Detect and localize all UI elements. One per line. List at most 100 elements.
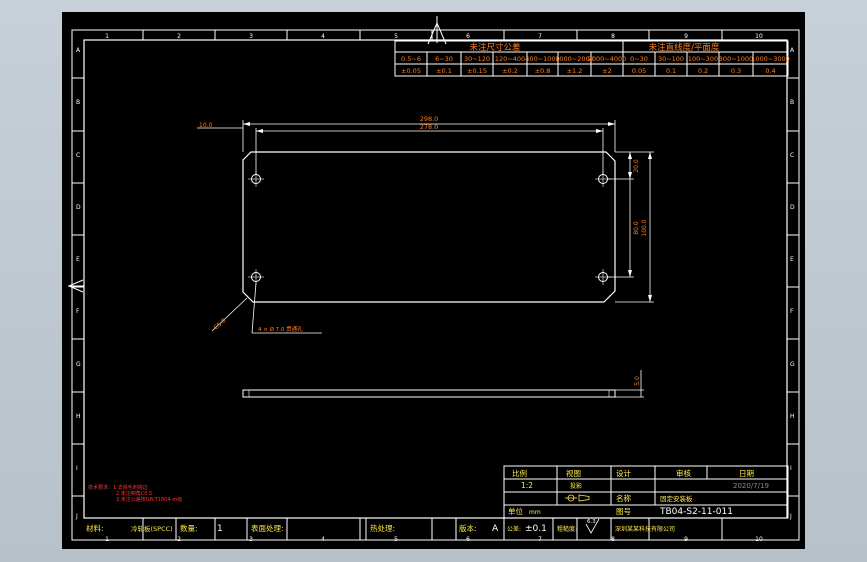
date-value: 2020/7/19 (733, 482, 769, 490)
name-value: 固定安装板 (660, 494, 693, 503)
zone-row-right-D: D (790, 204, 795, 211)
tolerance-cell: 0.2 (698, 67, 708, 75)
tolerance-cell: 0~30 (630, 55, 648, 63)
drawing-viewport (62, 12, 805, 549)
zone-col-bottom-3: 3 (249, 536, 253, 543)
dim-right-small: 20.0 (633, 159, 640, 173)
scale-label: 比例 (512, 468, 527, 478)
zone-col-bottom-4: 4 (321, 536, 325, 543)
design-label: 设计 (616, 468, 631, 478)
zone-col-bottom-5: 5 (394, 536, 398, 543)
tolerance-cell: ±0.1 (436, 67, 452, 75)
drawing-no-label: 图号 (616, 507, 631, 516)
zone-row-right-I: I (790, 465, 792, 472)
tolerance-cell: 6~30 (435, 55, 453, 63)
zone-col-top-10: 10 (755, 33, 763, 40)
tolerance-cell: 0.1 (666, 67, 676, 75)
zone-col-top-7: 7 (538, 33, 542, 40)
tolerance-cell: 0.5~6 (401, 55, 421, 63)
tolerance-value: ±0.1 (525, 524, 547, 534)
tolerance-cell: 30~120 (464, 55, 490, 63)
zone-row-left-I: I (76, 465, 78, 472)
zone-row-left-H: H (76, 413, 81, 420)
zone-col-top-5: 5 (394, 33, 398, 40)
zone-row-right-J: J (789, 513, 792, 520)
zone-col-bottom-1: 1 (105, 536, 109, 543)
dim-thickness: 5.0 (634, 376, 641, 386)
tolerance-cell: 1000~3000 (751, 55, 790, 63)
zone-row-left-J: J (75, 513, 78, 520)
unit-label: 单位 (508, 506, 523, 516)
zone-row-right-F: F (790, 308, 794, 315)
tolerance-cell: ±0.05 (401, 67, 421, 75)
tolerance-cell: 30~100 (658, 55, 684, 63)
material-label: 材料: (86, 523, 104, 533)
zone-row-left-F: F (76, 308, 80, 315)
dim-right-big: 80.0 (633, 221, 640, 235)
tolerance-cell: 100~300 (688, 55, 718, 63)
zone-row-right-H: H (790, 413, 795, 420)
zone-col-top-3: 3 (249, 33, 253, 40)
scale-value: 1:2 (521, 481, 533, 490)
zone-row-right-B: B (790, 99, 794, 106)
tolerance-cell: ±0.8 (535, 67, 551, 75)
zone-col-top-6: 6 (466, 33, 470, 40)
heat-label: 热处理: (370, 523, 395, 533)
review-label: 审核 (676, 468, 691, 478)
zone-row-left-B: B (76, 99, 80, 106)
zone-col-bottom-7: 7 (538, 536, 542, 543)
zone-col-top-1: 1 (105, 33, 109, 40)
angular-tolerance-title: 未注直线度/平面度 (649, 42, 720, 53)
note-line-2: 2.未注倒角C0.5 (116, 490, 152, 497)
view-value: 投影 (570, 482, 582, 490)
zone-col-bottom-6: 6 (466, 536, 470, 543)
tolerance-cell: ±2 (602, 67, 612, 75)
zone-col-top-8: 8 (611, 33, 615, 40)
zone-col-top-9: 9 (684, 33, 688, 40)
zone-row-right-C: C (790, 152, 794, 159)
tolerance-label: 公差: (507, 525, 521, 533)
qty-value: 1 (217, 524, 223, 534)
tolerance-cell: 0.3 (731, 67, 741, 75)
version-label: 版本: (459, 523, 477, 533)
zone-row-left-G: G (76, 361, 81, 368)
name-label: 名称 (616, 493, 631, 503)
linear-tolerance-title: 未注尺寸公差 (469, 42, 520, 53)
dim-holes-note: 4 × Ø 7.0 贯通孔 (258, 325, 303, 333)
zone-col-top-4: 4 (321, 33, 325, 40)
dim-right-total: 100.0 (641, 219, 648, 236)
date-label: 日期 (739, 469, 754, 478)
zone-col-top-2: 2 (177, 33, 181, 40)
zone-row-left-C: C (76, 152, 80, 159)
tolerance-cell: ±1.2 (567, 67, 583, 75)
zone-row-left-D: D (76, 204, 81, 211)
version-value: A (492, 524, 499, 534)
dim-left-offset: 10.0 (199, 122, 213, 129)
tolerance-cell: 0.05 (632, 67, 646, 75)
zone-row-right-E: E (790, 256, 794, 263)
roughness-label: 粗糙度: (557, 525, 577, 533)
zone-col-bottom-8: 8 (611, 536, 615, 543)
cad-drawing-canvas: 1122334455667788991010A AB BC CD DE EF FG GH HI I… (62, 12, 805, 549)
note-line-3: 3.未注公差按GB/T1804-m级 (116, 496, 182, 503)
qty-label: 数量: (180, 523, 198, 533)
drawing-no-value: TB04-S2-11-011 (659, 507, 733, 517)
dim-hole-spacing: 278.0 (420, 123, 439, 131)
company-name: 深圳某某科技有限公司 (615, 525, 675, 533)
tolerance-cell: 120~400 (495, 55, 525, 63)
zone-col-bottom-2: 2 (177, 536, 181, 543)
unit-value: mm (529, 509, 541, 516)
note-line-1: 技术要求：1.去除毛刺锐边 (88, 484, 148, 491)
zone-row-right-G: G (790, 361, 795, 368)
tolerance-cell: ±0.2 (502, 67, 518, 75)
tolerance-cell: 300~1000 (719, 55, 753, 63)
material-value: 冷轧板(SPCC) (131, 524, 173, 533)
tolerance-cell: ±0.15 (467, 67, 487, 75)
roughness-value: 6.3 (587, 519, 596, 525)
dim-overall-width: 298.0 (420, 115, 439, 123)
surface-label: 表面处理: (251, 523, 284, 533)
zone-col-bottom-9: 9 (684, 536, 688, 543)
zone-col-bottom-10: 10 (755, 536, 763, 543)
tolerance-cell: 0.4 (765, 67, 775, 75)
tolerance-cell: 2000~4000 (588, 55, 627, 63)
